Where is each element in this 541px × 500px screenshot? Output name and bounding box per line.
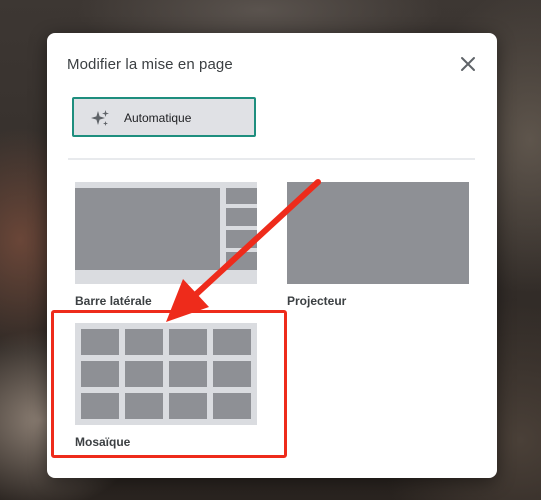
layout-label-projector: Projecteur xyxy=(287,294,347,308)
side-tile xyxy=(226,208,257,226)
divider xyxy=(68,158,475,160)
spotlight-tile xyxy=(287,182,469,284)
side-tile xyxy=(226,188,257,204)
spotlight-layout-thumbnail xyxy=(287,182,469,284)
auto-layout-label: Automatique xyxy=(124,111,192,125)
dialog-title: Modifier la mise en page xyxy=(67,56,233,73)
close-button[interactable] xyxy=(458,54,478,74)
sidebar-layout-thumbnail xyxy=(75,182,257,284)
close-icon xyxy=(461,57,475,71)
main-tile xyxy=(75,188,220,270)
layout-label-sidebar: Barre latérale xyxy=(75,294,152,308)
layout-option-sidebar[interactable]: Barre latérale xyxy=(75,182,257,310)
highlight-box xyxy=(51,310,287,458)
side-tile xyxy=(226,230,257,248)
auto-layout-option[interactable]: Automatique xyxy=(72,97,256,137)
layout-option-projector[interactable]: Projecteur xyxy=(287,182,469,310)
sparkle-icon xyxy=(91,110,109,126)
side-tile xyxy=(226,252,257,270)
